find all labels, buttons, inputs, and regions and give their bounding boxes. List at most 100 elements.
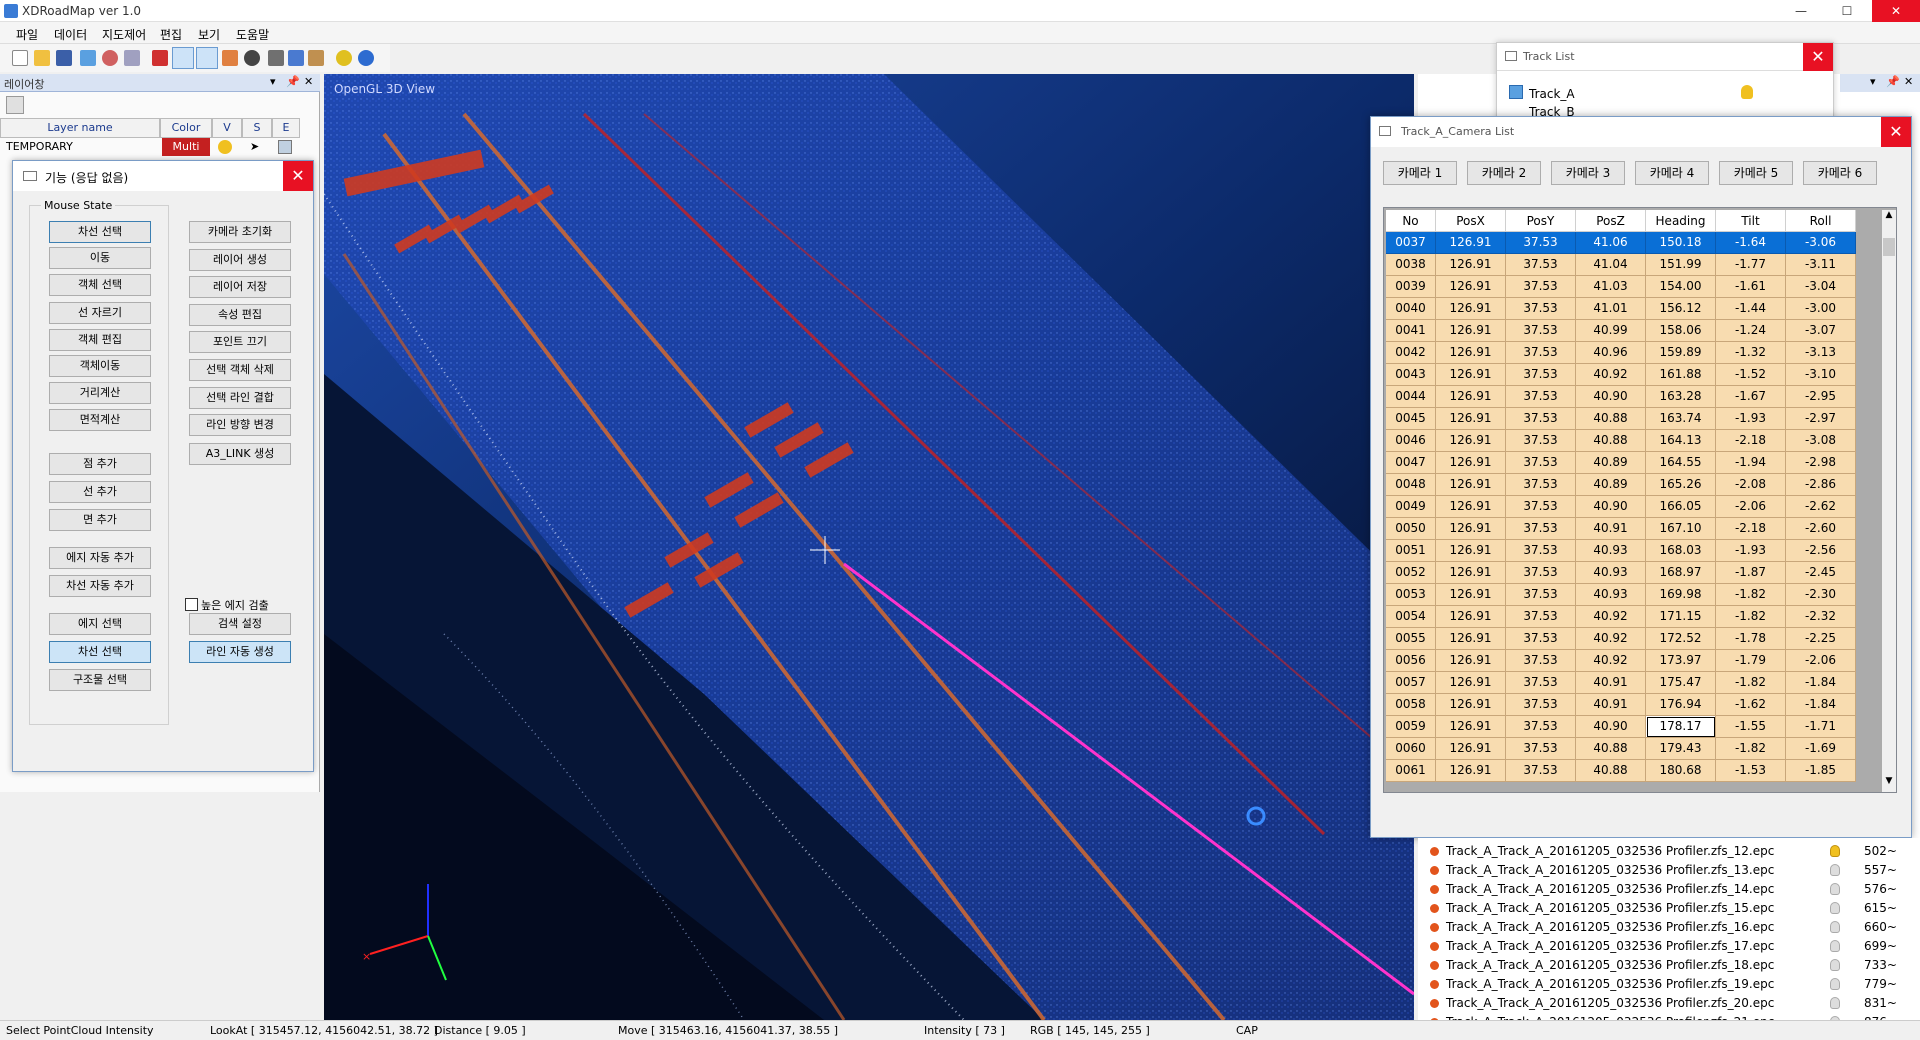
grid-cell[interactable]: -2.98 [1786,452,1856,474]
grid-cell[interactable]: 0055 [1386,628,1436,650]
list-view-icon[interactable] [172,47,194,69]
grid-cell[interactable]: -3.07 [1786,320,1856,342]
file-visible-bulb-icon[interactable] [1830,864,1840,876]
grid-cell[interactable]: -3.11 [1786,254,1856,276]
grid-cell[interactable]: -1.78 [1716,628,1786,650]
grid-cell[interactable]: 0045 [1386,408,1436,430]
grid-cell[interactable]: 37.53 [1506,474,1576,496]
new-file-icon[interactable] [12,50,28,66]
grid-cell[interactable]: -3.06 [1786,232,1856,254]
function-button[interactable]: 선택 객체 삭제 [189,359,291,381]
grid-cell[interactable]: 37.53 [1506,716,1576,738]
function-button[interactable]: 레이어 저장 [189,276,291,298]
menu-help[interactable]: 도움말 [236,26,269,43]
grid-cell[interactable]: -2.60 [1786,518,1856,540]
grid-cell[interactable]: 40.93 [1576,584,1646,606]
grid-column-header[interactable]: PosY [1506,210,1576,232]
high-edge-checkbox[interactable] [185,598,198,611]
camera-data-grid[interactable]: No PosX PosY PosZ Heading Tilt Roll 0037 126.91 3… [1383,207,1897,793]
grid-cell[interactable]: 126.91 [1436,562,1506,584]
grid-cell[interactable]: -1.84 [1786,694,1856,716]
grid-cell[interactable]: -2.25 [1786,628,1856,650]
grid-cell[interactable]: -1.44 [1716,298,1786,320]
grid-cell[interactable]: -1.64 [1716,232,1786,254]
right-panel-close-icon[interactable]: ✕ [1904,75,1913,88]
grid-cell[interactable]: 126.91 [1436,540,1506,562]
grid-column-header[interactable]: PosZ [1576,210,1646,232]
grid-cell[interactable]: 37.53 [1506,760,1576,782]
grid-cell[interactable]: 37.53 [1506,320,1576,342]
grid-cell[interactable]: 0043 [1386,364,1436,386]
grid-cell[interactable]: 41.04 [1576,254,1646,276]
grid-cell[interactable]: -1.24 [1716,320,1786,342]
save-icon[interactable] [56,50,72,66]
grid-cell[interactable]: 40.89 [1576,474,1646,496]
gear-icon[interactable] [244,50,260,66]
mouse-state-button[interactable]: 차선 선택 [49,221,151,243]
help-icon[interactable] [358,50,374,66]
layer-add-icon[interactable] [6,96,24,114]
copy-icon[interactable] [288,50,304,66]
grid-cell[interactable]: 0057 [1386,672,1436,694]
grid-cell[interactable]: 40.92 [1576,650,1646,672]
grid-cell[interactable]: 126.91 [1436,694,1506,716]
grid-cell[interactable]: 40.99 [1576,320,1646,342]
grid-cell[interactable]: 163.74 [1646,408,1716,430]
grid-cell[interactable]: -2.06 [1786,650,1856,672]
grid-cell[interactable]: -3.10 [1786,364,1856,386]
grid-cell[interactable]: 0060 [1386,738,1436,760]
function-button[interactable]: 라인 자동 생성 [189,641,291,663]
grid-cell[interactable]: 126.91 [1436,232,1506,254]
grid-cell[interactable]: 126.91 [1436,716,1506,738]
mouse-state-button[interactable]: 면적계산 [49,409,151,431]
grid-cell[interactable]: -1.32 [1716,342,1786,364]
grid-cell[interactable]: 126.91 [1436,452,1506,474]
grid-cell[interactable]: 0046 [1386,430,1436,452]
grid-cell[interactable]: 0058 [1386,694,1436,716]
grid-cell[interactable]: 156.12 [1646,298,1716,320]
grid-cell[interactable]: 0041 [1386,320,1436,342]
file-visible-bulb-icon[interactable] [1830,978,1840,990]
grid-cell[interactable]: 172.52 [1646,628,1716,650]
grid-cell[interactable]: -2.86 [1786,474,1856,496]
mouse-state-button[interactable]: 에지 자동 추가 [49,547,151,569]
layers-icon[interactable] [222,50,238,66]
eraser-icon[interactable] [152,50,168,66]
grid-cell[interactable]: 37.53 [1506,650,1576,672]
right-panel-dropdown-icon[interactable]: ▾ [1870,75,1876,88]
grid-cell[interactable]: 0040 [1386,298,1436,320]
mouse-state-button[interactable]: 구조물 선택 [49,669,151,691]
camera-6-button[interactable]: 카메라 6 [1803,161,1877,185]
grid-icon[interactable] [124,50,140,66]
grid-cell[interactable]: 37.53 [1506,232,1576,254]
mouse-state-button[interactable]: 차선 자동 추가 [49,575,151,597]
grid-cell[interactable]: -3.08 [1786,430,1856,452]
grid-column-header[interactable]: Tilt [1716,210,1786,232]
file-visible-bulb-icon[interactable] [1830,940,1840,952]
grid-cell[interactable]: -2.30 [1786,584,1856,606]
layer-row-color[interactable]: Multi [162,138,210,156]
grid-cell[interactable]: 178.17 [1646,716,1716,738]
paste-icon[interactable] [308,50,324,66]
col-edit[interactable]: E [272,118,300,138]
grid-cell[interactable]: 41.06 [1576,232,1646,254]
grid-cell[interactable]: 40.93 [1576,540,1646,562]
grid-cell[interactable]: -1.71 [1786,716,1856,738]
grid-cell[interactable]: -2.97 [1786,408,1856,430]
panel-close-icon[interactable]: ✕ [304,75,313,88]
grid-cell[interactable]: 37.53 [1506,672,1576,694]
mouse-state-button[interactable]: 객체 편집 [49,329,151,351]
detail-view-icon[interactable] [196,47,218,69]
file-visible-bulb-icon[interactable] [1830,883,1840,895]
grid-cell[interactable]: 40.92 [1576,628,1646,650]
grid-cell[interactable]: 40.88 [1576,738,1646,760]
grid-column-header[interactable]: Heading [1646,210,1716,232]
panel-dropdown-icon[interactable]: ▾ [270,75,276,88]
grid-cell[interactable]: 171.15 [1646,606,1716,628]
camera-dialog-close-button[interactable]: ✕ [1881,117,1911,147]
grid-cell[interactable]: 126.91 [1436,496,1506,518]
mouse-state-button[interactable]: 에지 선택 [49,613,151,635]
grid-cell[interactable]: -1.53 [1716,760,1786,782]
minimize-button[interactable]: — [1778,0,1824,22]
grid-cell[interactable]: 126.91 [1436,342,1506,364]
